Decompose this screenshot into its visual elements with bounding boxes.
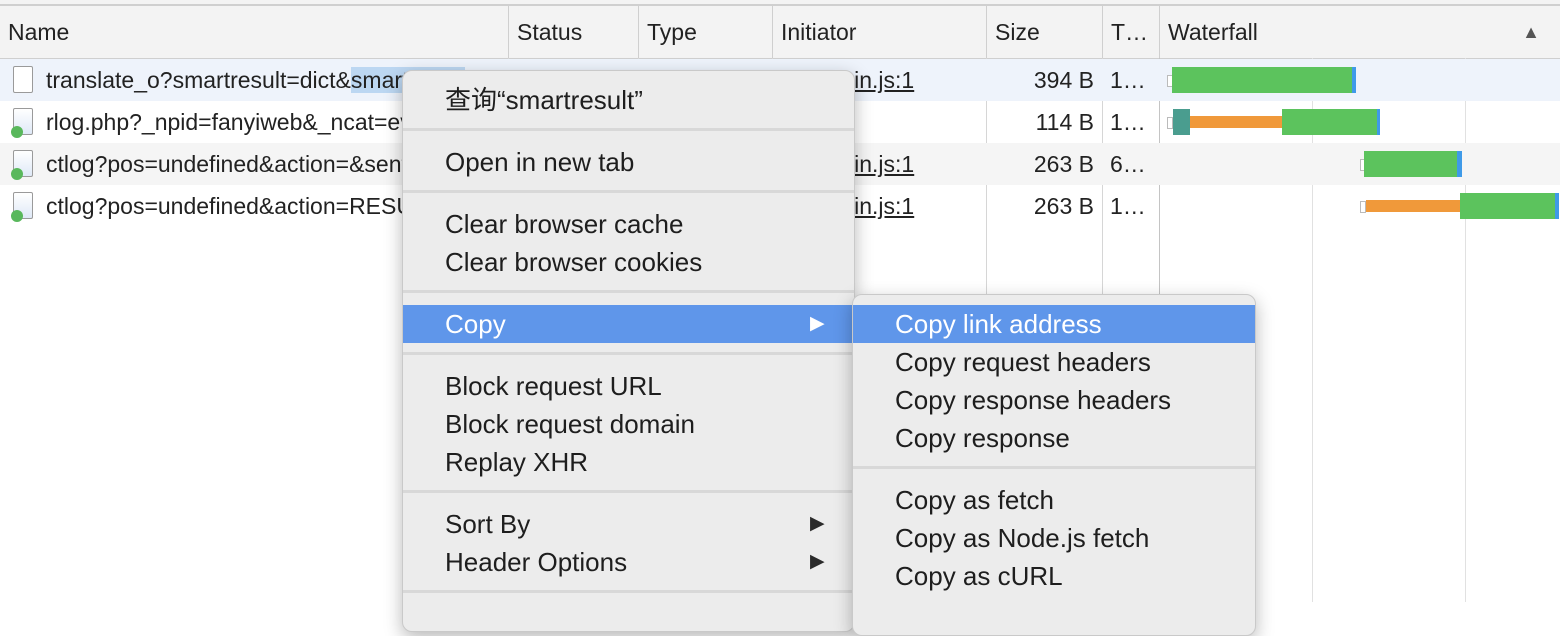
request-size: 263 B bbox=[1033, 151, 1094, 177]
request-name-text: translate_o?smartresult=dict& bbox=[46, 67, 351, 93]
waterfall-bar-edge bbox=[1457, 151, 1462, 177]
document-icon bbox=[13, 66, 33, 93]
menu-item-copy-response[interactable]: Copy response bbox=[853, 419, 1255, 457]
menu-item-copy-as-node-fetch[interactable]: Copy as Node.js fetch bbox=[853, 519, 1255, 557]
menu-item-copy-label: Copy bbox=[445, 309, 506, 339]
menu-item-copy-request-headers[interactable]: Copy request headers bbox=[853, 343, 1255, 381]
request-size: 394 B bbox=[1033, 67, 1094, 93]
column-header-name[interactable]: Name bbox=[0, 6, 508, 58]
menu-item-open-new-tab[interactable]: Open in new tab bbox=[403, 143, 854, 181]
request-time: 1… bbox=[1110, 109, 1146, 135]
menu-item-sort-by[interactable]: Sort By ▶ bbox=[403, 505, 854, 543]
waterfall-bar-edge bbox=[1377, 109, 1380, 135]
menu-separator bbox=[403, 352, 854, 355]
waterfall-label: Waterfall bbox=[1168, 19, 1258, 45]
menu-item-sort-by-label: Sort By bbox=[445, 509, 531, 539]
submenu-arrow-icon: ▶ bbox=[810, 551, 825, 572]
waterfall-bar-waiting bbox=[1173, 109, 1190, 135]
network-table-header: Name Status Type Initiator Size T… Water… bbox=[0, 6, 1560, 59]
waterfall-bar-queued bbox=[1190, 116, 1282, 128]
image-file-icon bbox=[11, 108, 33, 138]
waterfall-bar-download bbox=[1364, 151, 1458, 177]
waterfall-bar-edge bbox=[1555, 193, 1559, 219]
menu-item-block-url[interactable]: Block request URL bbox=[403, 367, 854, 405]
menu-separator bbox=[403, 128, 854, 131]
menu-item-copy-as-curl[interactable]: Copy as cURL bbox=[853, 557, 1255, 595]
menu-item-lookup[interactable]: 查询“smartresult” bbox=[403, 81, 854, 119]
context-menu: 查询“smartresult” Open in new tab Clear br… bbox=[402, 70, 855, 632]
request-time: 1… bbox=[1110, 193, 1146, 219]
waterfall-bar-download bbox=[1282, 109, 1378, 135]
image-file-icon bbox=[11, 192, 33, 222]
copy-submenu: Copy link address Copy request headers C… bbox=[852, 294, 1256, 636]
menu-separator bbox=[403, 590, 854, 593]
column-header-initiator[interactable]: Initiator bbox=[772, 6, 986, 58]
menu-separator bbox=[403, 490, 854, 493]
menu-item-header-options[interactable]: Header Options ▶ bbox=[403, 543, 854, 581]
column-header-type[interactable]: Type bbox=[638, 6, 772, 58]
menu-item-copy[interactable]: Copy ▶ bbox=[403, 305, 854, 343]
menu-item-copy-as-fetch[interactable]: Copy as fetch bbox=[853, 481, 1255, 519]
menu-item-clear-cookies[interactable]: Clear browser cookies bbox=[403, 243, 854, 281]
menu-separator bbox=[853, 466, 1255, 469]
menu-item-copy-response-headers[interactable]: Copy response headers bbox=[853, 381, 1255, 419]
menu-item-copy-link-address[interactable]: Copy link address bbox=[853, 305, 1255, 343]
request-time: 6… bbox=[1110, 151, 1146, 177]
menu-item-replay-xhr[interactable]: Replay XHR bbox=[403, 443, 854, 481]
menu-item-header-options-label: Header Options bbox=[445, 547, 628, 577]
submenu-arrow-icon: ▶ bbox=[810, 313, 825, 334]
column-header-waterfall[interactable]: Waterfall ▲ bbox=[1159, 6, 1560, 58]
waterfall-bar-edge bbox=[1352, 67, 1356, 93]
menu-separator bbox=[403, 290, 854, 293]
submenu-arrow-icon: ▶ bbox=[810, 513, 825, 534]
waterfall-bar-download bbox=[1460, 193, 1556, 219]
menu-item-clear-cache[interactable]: Clear browser cache bbox=[403, 205, 854, 243]
request-time: 1… bbox=[1110, 67, 1146, 93]
column-header-size[interactable]: Size bbox=[986, 6, 1102, 58]
column-header-time[interactable]: T… bbox=[1102, 6, 1159, 58]
waterfall-bar-queued bbox=[1366, 200, 1460, 212]
menu-separator bbox=[403, 190, 854, 193]
waterfall-bar-download bbox=[1172, 67, 1354, 93]
request-size: 114 B bbox=[1035, 109, 1094, 135]
menu-item-block-domain[interactable]: Block request domain bbox=[403, 405, 854, 443]
sort-ascending-icon[interactable]: ▲ bbox=[1522, 6, 1540, 58]
image-file-icon bbox=[11, 150, 33, 180]
column-header-status[interactable]: Status bbox=[508, 6, 638, 58]
request-size: 263 B bbox=[1033, 193, 1094, 219]
